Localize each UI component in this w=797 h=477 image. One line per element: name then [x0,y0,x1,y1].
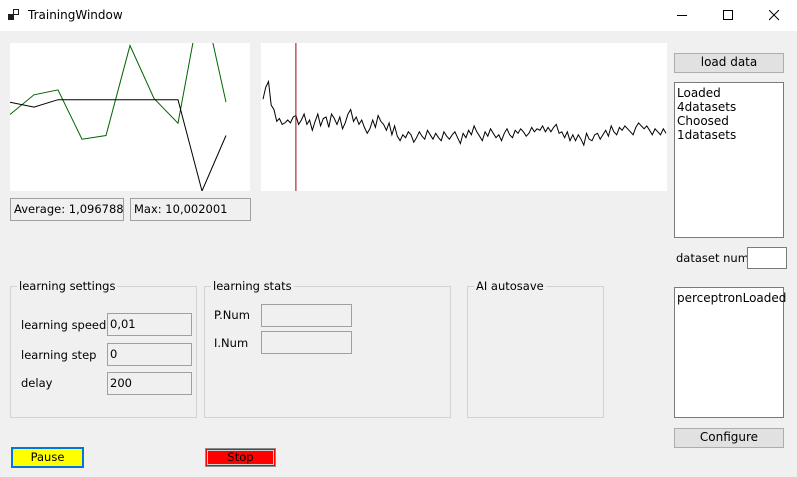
close-icon [769,10,780,21]
window-title: TrainingWindow [28,8,123,22]
model-listbox[interactable]: perceptronLoaded [674,287,786,418]
maximize-icon [723,10,733,20]
series-line-black [9,99,227,193]
pause-button[interactable]: Pause [11,447,84,468]
series-line-training [262,79,667,147]
title-bar: TrainingWindow [0,0,797,31]
learning-stats-group: learning stats P.Num I.Num [204,279,451,418]
dataset-num-input[interactable] [747,247,787,269]
app-icon [8,9,19,20]
minimize-button[interactable] [659,0,705,31]
series-line-green [9,0,227,140]
i-num-label: I.Num [214,336,249,350]
minimize-icon [677,15,687,16]
learning-stats-title: learning stats [211,279,294,293]
learning-settings-group: learning settings learning speed 0,01 le… [10,279,197,418]
fitness-chart-plot [9,0,227,193]
learning-step-field[interactable]: 0 [107,343,192,366]
p-num-label: P.Num [214,308,250,322]
training-curve-plot [262,43,667,191]
ai-autosave-group: AI autosave [467,279,604,418]
training-curve-chart [261,43,667,191]
learning-speed-field[interactable]: 0,01 [107,313,192,336]
average-readout: Average: 1,096788 [10,198,124,221]
learning-settings-title: learning settings [17,279,118,293]
p-num-field[interactable] [261,304,352,327]
learning-step-label: learning step [21,348,97,362]
list-item[interactable]: Loaded 4datasets [677,86,783,114]
close-button[interactable] [751,0,797,31]
fitness-chart [9,0,250,193]
learning-speed-label: learning speed [21,318,107,332]
configure-button[interactable]: Configure [674,428,784,448]
max-readout: Max: 10,002001 [130,198,251,221]
delay-field[interactable]: 200 [107,372,192,395]
list-item[interactable]: Choosed 1datasets [677,114,783,142]
delay-label: delay [21,376,53,390]
list-item[interactable]: perceptronLoaded [677,291,786,305]
maximize-button[interactable] [705,0,751,31]
dataset-num-label: dataset num [676,251,749,265]
i-num-field[interactable] [261,331,352,354]
ai-autosave-title: AI autosave [474,279,546,293]
log-listbox[interactable]: Loaded 4datasets Choosed 1datasets [674,82,784,238]
stop-button[interactable]: Stop [205,448,276,467]
load-data-button[interactable]: load data [674,53,784,73]
